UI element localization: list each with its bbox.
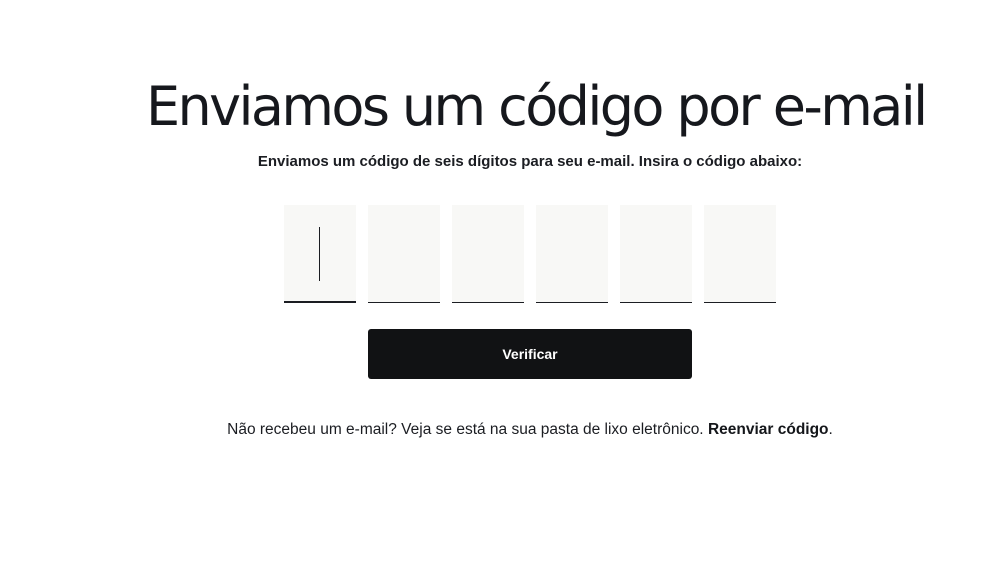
code-input-group [284,205,776,303]
code-digit-input-1[interactable] [284,205,356,303]
page-subtitle: Enviamos um código de seis dígitos para … [257,153,803,170]
text-caret [319,227,320,281]
code-digit-input-2[interactable] [368,205,440,303]
page-title: Enviamos um código por e-mail [146,75,928,138]
verification-page: Enviamos um código por e-mail Enviamos u… [0,0,984,582]
code-digit-input-5[interactable] [620,205,692,303]
code-digit-input-6[interactable] [704,205,776,303]
code-digit-input-3[interactable] [452,205,524,303]
code-digit-input-4[interactable] [536,205,608,303]
resend-code-link[interactable]: Reenviar código [708,421,829,438]
resend-note-period: . [828,421,833,438]
verify-button[interactable]: Verificar [368,329,692,379]
resend-note-text: Não recebeu um e-mail? Veja se está na s… [227,421,704,438]
resend-note: Não recebeu um e-mail? Veja se está na s… [0,420,984,440]
